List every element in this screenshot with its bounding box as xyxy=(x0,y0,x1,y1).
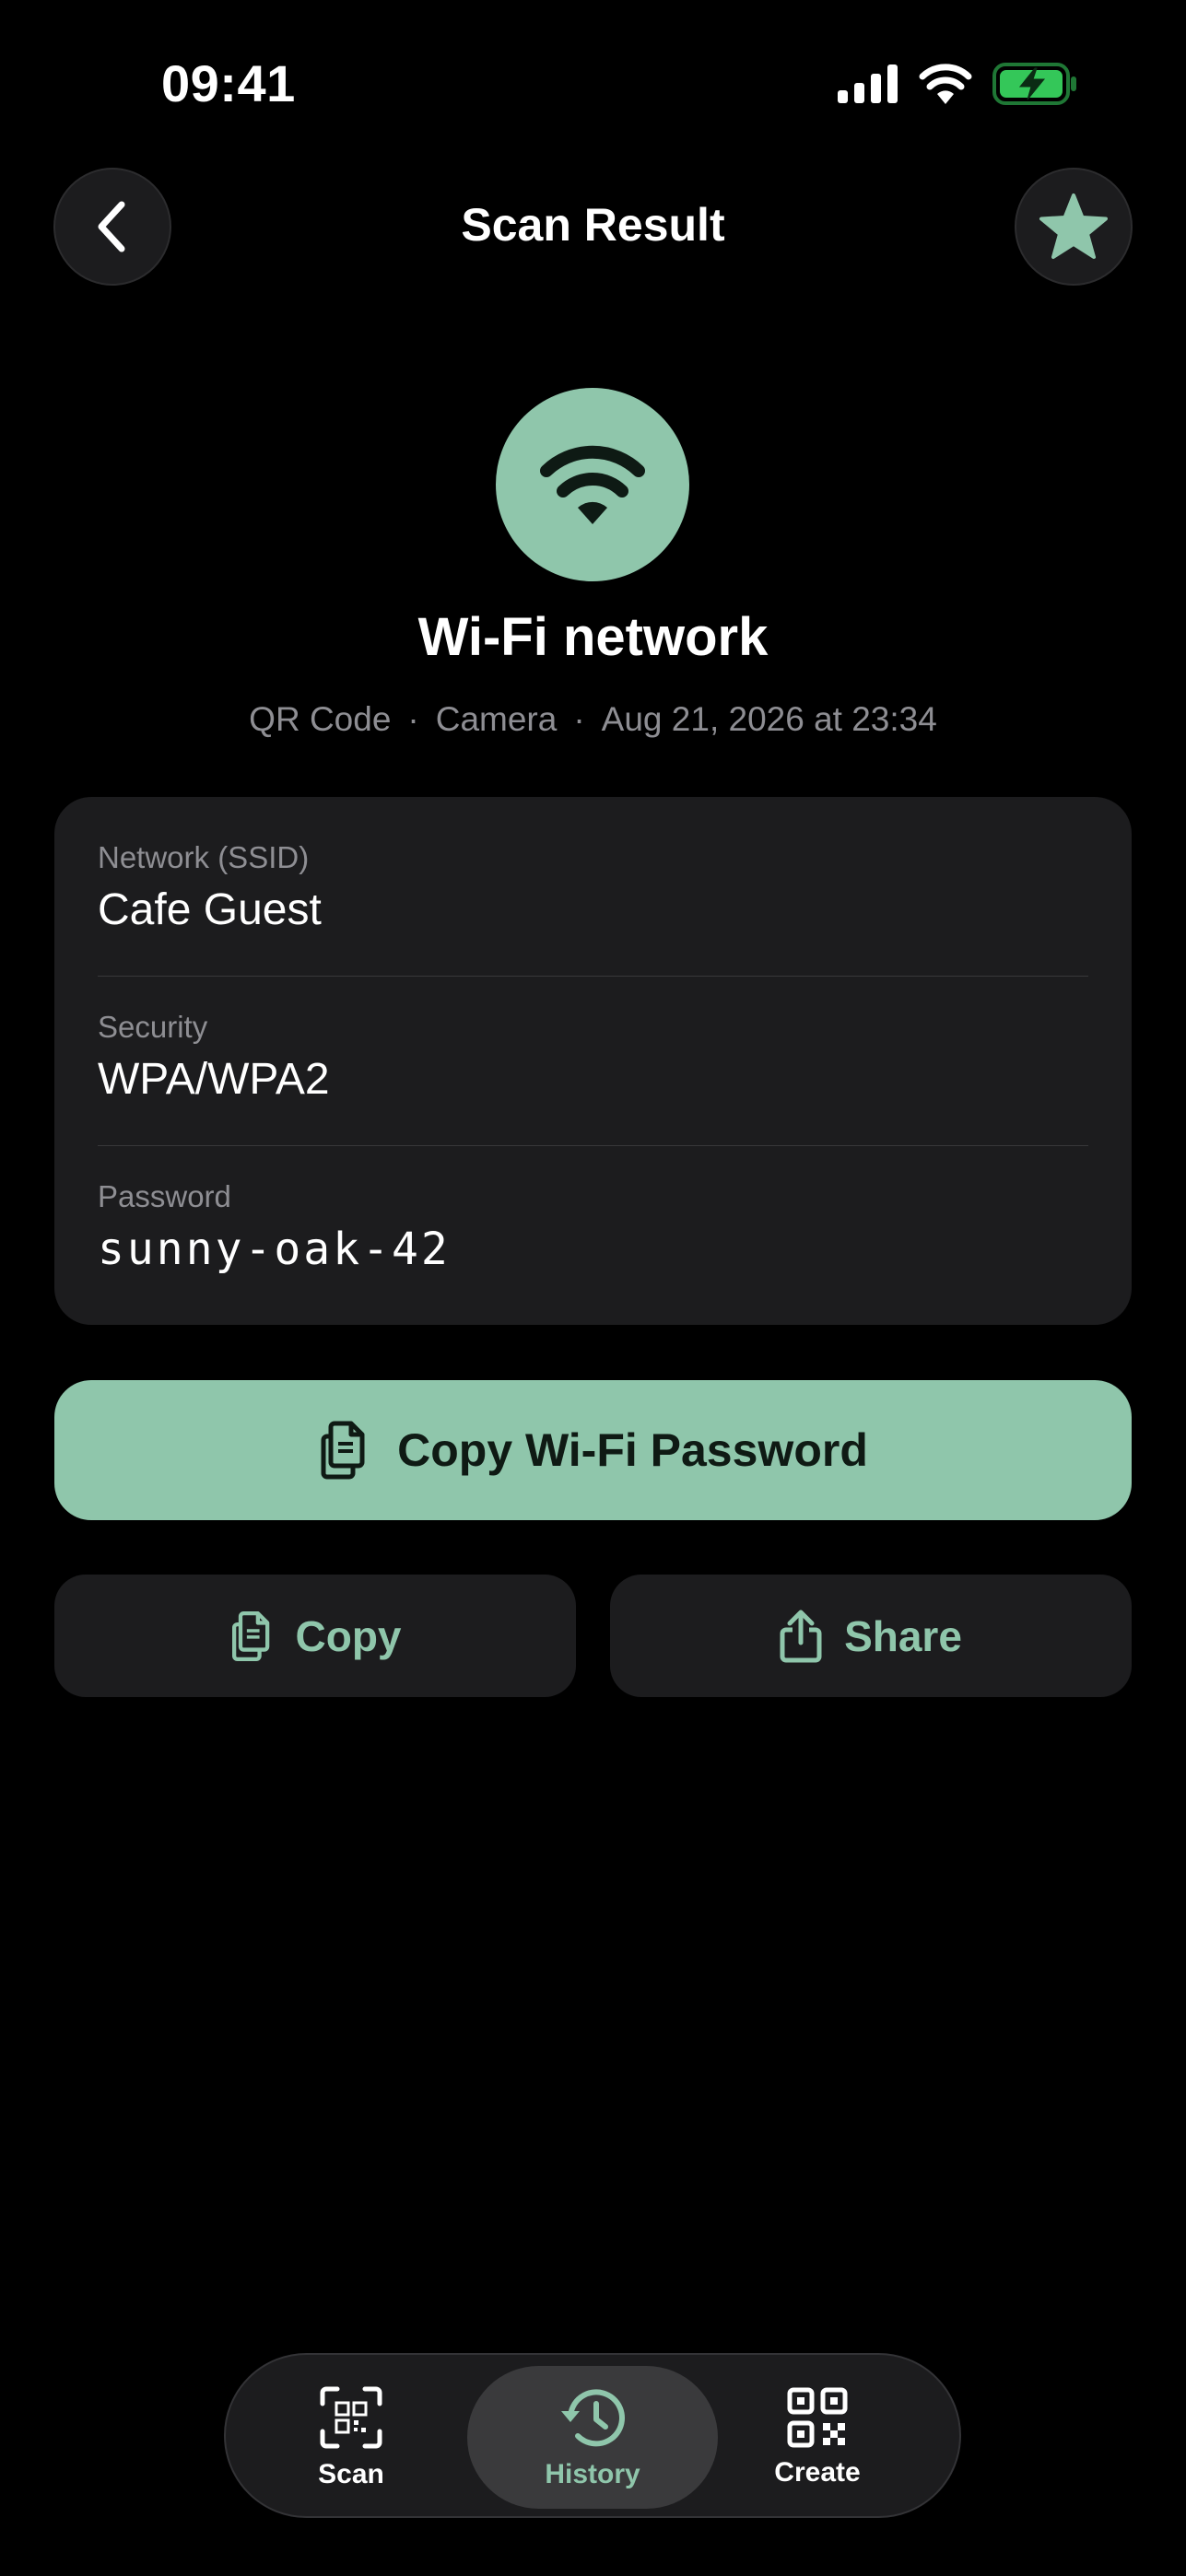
meta-source: Camera xyxy=(435,700,558,738)
detail-value: sunny-oak-42 xyxy=(98,1224,451,1275)
tab-history[interactable]: History xyxy=(467,2366,718,2509)
share-button-label: Share xyxy=(844,1611,962,1660)
separator-dot: · xyxy=(573,700,585,738)
meta-format: QR Code xyxy=(249,700,392,738)
copy-button[interactable]: Copy xyxy=(54,1575,576,1697)
cellular-signal-icon xyxy=(838,64,898,103)
meta-timestamp: Aug 21, 2026 at 23:34 xyxy=(601,700,937,738)
status-icons xyxy=(838,63,1077,105)
share-icon xyxy=(780,1610,822,1662)
divider xyxy=(98,976,1088,977)
status-time: 09:41 xyxy=(161,54,296,112)
copy-wifi-password-button[interactable]: Copy Wi-Fi Password xyxy=(54,1380,1132,1520)
tab-bar: Scan History Create xyxy=(224,2353,961,2518)
primary-button-label: Copy Wi-Fi Password xyxy=(397,1424,868,1476)
separator-dot: · xyxy=(407,700,419,738)
tab-label: History xyxy=(545,2458,640,2489)
copy-document-icon xyxy=(231,1610,269,1661)
detail-label: Security xyxy=(98,1010,208,1044)
wifi-icon xyxy=(540,445,645,524)
history-icon xyxy=(561,2388,625,2446)
copy-button-label: Copy xyxy=(295,1611,402,1660)
tab-create[interactable]: Create xyxy=(692,2366,943,2509)
divider xyxy=(98,1145,1088,1146)
star-icon xyxy=(1039,193,1108,259)
detail-label: Network (SSID) xyxy=(98,840,310,874)
detail-value: WPA/WPA2 xyxy=(98,1055,330,1104)
copy-document-icon xyxy=(321,1421,365,1480)
qr-create-icon xyxy=(787,2387,848,2447)
detail-row-security[interactable]: Security WPA/WPA2 xyxy=(98,1010,1088,1105)
detail-label: Password xyxy=(98,1179,231,1213)
page-title: Scan Result xyxy=(461,199,725,251)
details-card: Network (SSID) Cafe Guest Security WPA/W… xyxy=(54,797,1132,1325)
tab-scan[interactable]: Scan xyxy=(226,2366,476,2509)
scan-icon xyxy=(320,2386,382,2448)
favorite-button[interactable] xyxy=(1015,168,1133,286)
detail-row-ssid[interactable]: Network (SSID) Cafe Guest xyxy=(98,840,1088,935)
result-type-title: Wi-Fi network xyxy=(417,607,769,667)
wifi-status-icon xyxy=(919,64,972,104)
share-button[interactable]: Share xyxy=(610,1575,1132,1697)
detail-value: Cafe Guest xyxy=(98,885,322,934)
tab-label: Scan xyxy=(318,2458,384,2489)
tab-label: Create xyxy=(774,2456,861,2488)
detail-row-password[interactable]: Password sunny-oak-42 xyxy=(98,1179,1088,1275)
wifi-type-badge xyxy=(496,388,689,581)
scan-metadata: QR Code · Camera · Aug 21, 2026 at 23:34 xyxy=(0,700,1186,739)
battery-charging-icon xyxy=(992,63,1076,105)
